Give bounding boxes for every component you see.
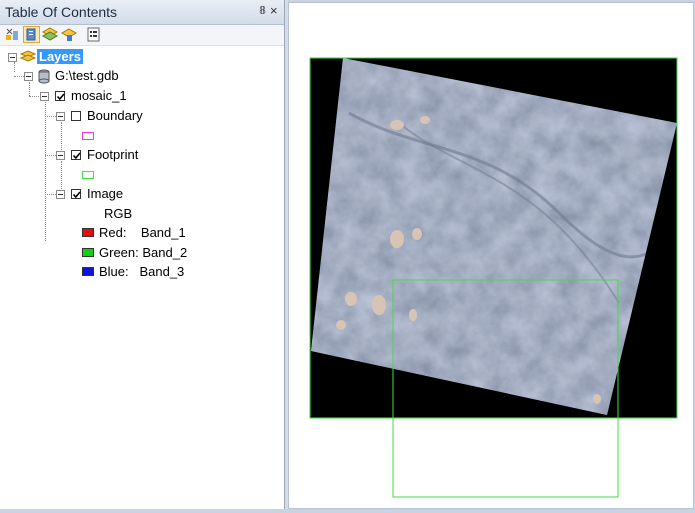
boundary-symbol-swatch[interactable]	[82, 132, 94, 140]
layer-tree: Layers G:\test.gdb mosaic_1 Boundary Foo…	[0, 46, 284, 509]
toc-toolbar	[0, 25, 284, 46]
list-by-selection-icon[interactable]	[60, 26, 78, 43]
image-visibility-checkbox[interactable]	[71, 189, 81, 199]
toc-titlebar: Table Of Contents 𝟠 ×	[0, 0, 284, 25]
footprint-visibility-checkbox[interactable]	[71, 150, 81, 160]
map-canvas[interactable]	[289, 3, 693, 508]
list-by-drawing-order-icon[interactable]	[3, 26, 20, 43]
blue-band-label: Blue: Band_3	[99, 264, 185, 279]
map-view[interactable]	[288, 2, 694, 509]
mosaic-visibility-checkbox[interactable]	[55, 91, 65, 101]
geodatabase-icon	[37, 69, 51, 89]
layers-node-label[interactable]: Layers	[37, 49, 83, 64]
red-band-label: Red: Band_1	[99, 225, 186, 240]
boundary-node-label[interactable]: Boundary	[87, 108, 143, 123]
mosaic-collapse-toggle[interactable]	[40, 92, 49, 101]
rgb-label: RGB	[104, 206, 133, 221]
footprint-symbol-swatch[interactable]	[82, 171, 94, 179]
image-collapse-toggle[interactable]	[56, 190, 65, 199]
gdb-collapse-toggle[interactable]	[24, 72, 33, 81]
layers-collapse-toggle[interactable]	[8, 53, 17, 62]
list-by-visibility-icon[interactable]	[41, 26, 59, 43]
image-node-label[interactable]: Image	[87, 186, 123, 201]
green-band-label: Green: Band_2	[99, 245, 188, 260]
layers-icon	[19, 49, 37, 70]
toc-title: Table Of Contents	[5, 4, 118, 20]
close-icon[interactable]: ×	[270, 3, 278, 18]
boundary-visibility-checkbox[interactable]	[71, 111, 81, 121]
green-band-swatch[interactable]	[82, 248, 94, 257]
pin-icon[interactable]: 𝟠	[259, 4, 266, 17]
table-of-contents-panel: Table Of Contents 𝟠 × Layers G:\test.gdb…	[0, 0, 285, 509]
red-band-swatch[interactable]	[82, 228, 94, 237]
boundary-collapse-toggle[interactable]	[56, 112, 65, 121]
blue-band-swatch[interactable]	[82, 267, 94, 276]
gdb-node-label[interactable]: G:\test.gdb	[55, 68, 119, 83]
footprint-node-label[interactable]: Footprint	[87, 147, 138, 162]
options-icon[interactable]	[85, 26, 102, 43]
list-by-source-icon[interactable]	[23, 26, 40, 43]
footprint-collapse-toggle[interactable]	[56, 151, 65, 160]
mosaic-node-label[interactable]: mosaic_1	[71, 88, 127, 103]
